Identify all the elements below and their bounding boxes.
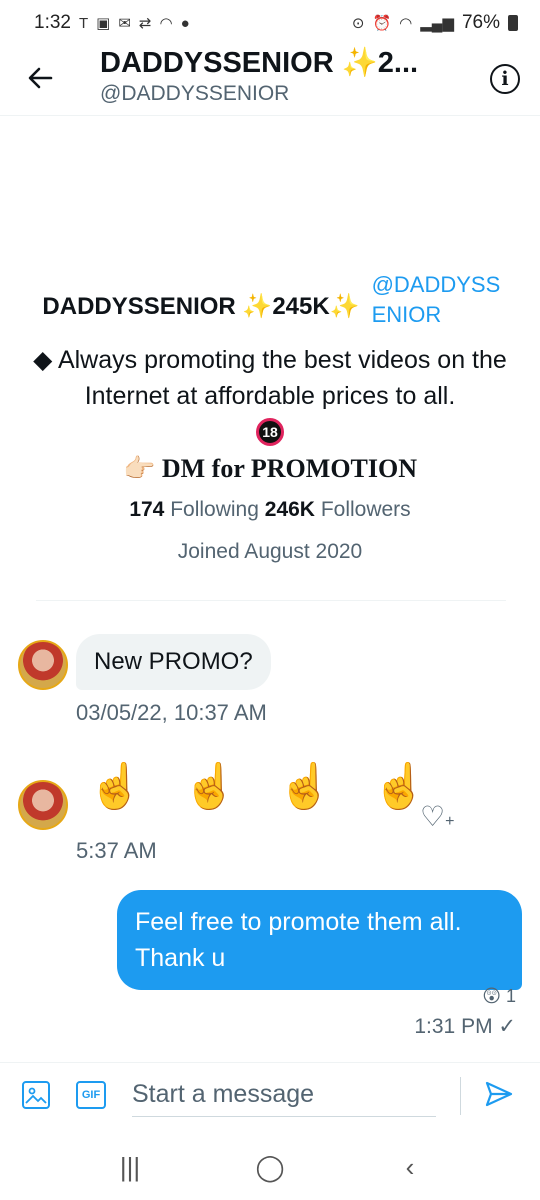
message-reaction[interactable]: 😲 1 [482, 986, 516, 1007]
profile-summary: DADDYSSENIOR ✨245K✨ @DADDYSSENIOR ◆ Alwa… [0, 270, 540, 564]
divider [460, 1077, 461, 1115]
dm-for-promotion: 👉🏻 DM for PROMOTION [122, 454, 418, 483]
system-nav-bar: ||| ◯ ‹ [0, 1134, 540, 1200]
message-timestamp: 03/05/22, 10:37 AM [76, 700, 267, 725]
battery-icon [508, 15, 518, 31]
divider [36, 600, 506, 601]
pointing-up-emoji: ☝️ [277, 762, 333, 811]
signal-icon: ▂▄▆ [420, 14, 454, 32]
mail-icon: ✉ [118, 14, 131, 32]
message-timestamp: 5:37 AM [76, 838, 157, 863]
message-emoji-row[interactable]: ☝️ ☝️ ☝️ ☝️ [88, 760, 427, 812]
gif-icon[interactable]: GIF [76, 1081, 106, 1109]
wifi-icon: ◠ [399, 14, 413, 32]
location-icon: ● [180, 14, 190, 32]
message-bubble-outgoing[interactable]: Feel free to promote them all. Thank u [117, 890, 522, 990]
message-bubble-incoming[interactable]: New PROMO? [76, 634, 271, 690]
adult-content-badge: 18 [256, 418, 284, 446]
pointing-up-emoji: ☝️ [372, 762, 428, 811]
wifi-calling-icon: ◠ [159, 14, 173, 32]
pointing-up-emoji: ☝️ [182, 762, 238, 811]
profile-bio: ◆ Always promoting the best videos on th… [33, 346, 507, 410]
followers-count[interactable]: 246K [265, 498, 315, 521]
message-composer: GIF [0, 1062, 540, 1134]
status-bar: 1:32 T ▣ ✉ ⇄ ◠ ● ⊙ ⏰ ◠ ▂▄▆ 76% [0, 0, 540, 46]
status-right: ⊙ ⏰ ◠ ▂▄▆ 76% [352, 12, 518, 34]
profile-name-row: DADDYSSENIOR ✨245K✨ @DADDYSSENIOR [0, 270, 540, 330]
recents-button[interactable]: ||| [100, 1152, 160, 1183]
info-icon[interactable]: i [490, 64, 520, 94]
profile-handle[interactable]: @DADDYSSENIOR [372, 270, 508, 330]
camera-icon: ▣ [96, 14, 111, 32]
back-button[interactable]: ‹ [380, 1152, 440, 1183]
conversation-header: DADDYSSENIOR ✨2... @DADDYSSENIOR i [0, 46, 540, 116]
status-time: 1:32 [34, 12, 71, 33]
retweet-icon: ⇄ [138, 14, 152, 32]
lock-icon: ⊙ [351, 14, 365, 32]
home-button[interactable]: ◯ [240, 1152, 300, 1183]
react-heart-icon[interactable]: ♡+ [420, 800, 454, 833]
message-timestamp: 1:31 PM ✓ [414, 1015, 516, 1038]
following-label[interactable]: Following [170, 498, 259, 521]
following-count[interactable]: 174 [129, 498, 164, 521]
profile-stats: 174 Following 246K Followers [0, 498, 540, 522]
avatar[interactable] [18, 640, 68, 690]
tmobile-icon: T [78, 14, 89, 32]
header-title[interactable]: DADDYSSENIOR ✨2... [100, 46, 460, 80]
avatar[interactable] [18, 780, 68, 830]
image-icon[interactable] [22, 1081, 50, 1109]
status-left: 1:32 T ▣ ✉ ⇄ ◠ ● [34, 12, 190, 34]
battery-percent: 76% [461, 12, 500, 33]
profile-name[interactable]: DADDYSSENIOR ✨245K✨ [42, 292, 359, 321]
joined-date: Joined August 2020 [177, 540, 363, 563]
header-handle[interactable]: @DADDYSSENIOR [100, 82, 289, 106]
pointing-up-emoji: ☝️ [88, 762, 143, 811]
followers-label[interactable]: Followers [321, 498, 411, 521]
alarm-icon: ⏰ [372, 14, 392, 32]
message-input[interactable] [132, 1073, 436, 1117]
send-icon[interactable] [484, 1079, 514, 1116]
back-arrow-icon[interactable] [22, 60, 58, 96]
